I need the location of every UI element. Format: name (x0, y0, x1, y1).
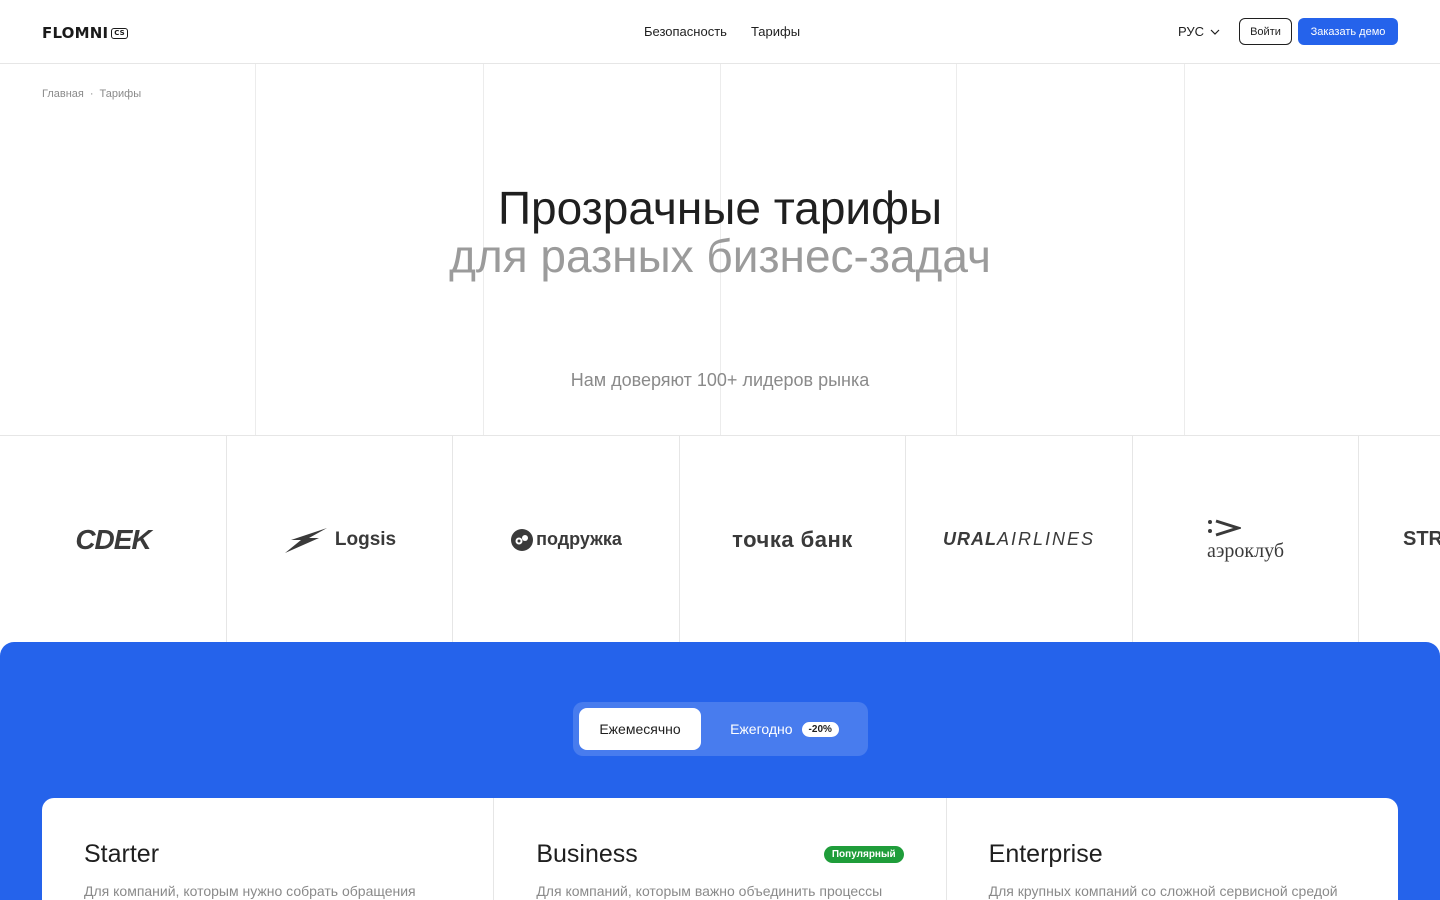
billing-monthly-tab[interactable]: Ежемесячно (579, 708, 701, 750)
billing-yearly-tab[interactable]: Ежегодно -20% (707, 708, 862, 750)
page-title: Прозрачные тарифы (497, 182, 943, 234)
tochka-logo: точка банк (732, 526, 853, 552)
plan-starter: Starter Для компаний, которым нужно собр… (42, 798, 495, 900)
trust-caption: Нам доверяют 100+ лидеров рынка (570, 370, 870, 390)
client-podruzhka: подружка (453, 436, 680, 643)
plan-business: Business Популярный Для компаний, которы… (494, 798, 947, 900)
plan-enterprise: Enterprise Для крупных компаний со сложн… (947, 798, 1398, 900)
page-subtitle: для разных бизнес-задач (449, 230, 991, 282)
aeroclub-arrow-icon (1207, 519, 1241, 536)
nav-pricing[interactable]: Тарифы (751, 24, 800, 39)
client-tochka: точка банк (680, 436, 906, 643)
billing-yearly-label: Ежегодно (730, 721, 793, 737)
cdek-logo: CDEK (75, 523, 151, 555)
client-logos: CDEK Logsis подружка точка банк URALAIRL… (0, 435, 1440, 643)
demo-button[interactable]: Заказать демо (1298, 18, 1398, 45)
podruzhka-mark-icon (511, 528, 534, 551)
podruzhka-text: подружка (536, 529, 622, 549)
breadcrumb-current: Тарифы (99, 88, 142, 100)
plan-description: Для компаний, которым нужно собрать обра… (84, 883, 416, 899)
plan-name: Enterprise (988, 840, 1103, 868)
popular-badge: Популярный (823, 846, 904, 863)
chevron-down-icon (1210, 29, 1220, 35)
client-partial: STR (1359, 436, 1440, 643)
breadcrumb: Главная · Тарифы (42, 88, 141, 100)
aeroclub-logo: аэроклуб (1207, 519, 1284, 561)
flomni-logo[interactable]: FLOMNI CS (42, 24, 128, 42)
login-button[interactable]: Войти (1239, 18, 1292, 45)
client-logsis: Logsis (227, 436, 453, 643)
discount-badge: -20% (801, 721, 839, 737)
breadcrumb-separator: · (89, 88, 94, 100)
logo-text: FLOMNI (42, 24, 109, 42)
airlines-text: AIRLINES (996, 529, 1096, 549)
language-selector[interactable]: РУС (1178, 24, 1220, 39)
plan-description: Для крупных компаний со сложной сервисно… (988, 883, 1338, 899)
nav-security[interactable]: Безопасность (644, 24, 727, 39)
site-header: FLOMNI CS Безопасность Тарифы РУС Войти … (0, 0, 1440, 64)
logsis-text: Logsis (334, 528, 397, 550)
language-label: РУС (1178, 24, 1205, 39)
plan-description: Для компаний, которым важно объединить п… (536, 883, 883, 899)
client-ural: URALAIRLINES (906, 436, 1133, 643)
client-aeroclub: аэроклуб (1133, 436, 1359, 643)
ural-airlines-logo: URALAIRLINES (943, 529, 1095, 550)
breadcrumb-home[interactable]: Главная (42, 88, 84, 100)
podruzhka-logo: подружка (510, 528, 622, 552)
logo-badge: CS (111, 27, 128, 39)
ural-text: URAL (942, 529, 997, 549)
logsis-bolt-icon (284, 527, 327, 553)
partial-logo: STR (1403, 528, 1440, 550)
logsis-logo: Logsis (283, 526, 396, 554)
pricing-cards: Starter Для компаний, которым нужно собр… (42, 798, 1398, 900)
main-nav: Безопасность Тарифы (644, 24, 800, 39)
plan-name: Starter (84, 840, 160, 868)
aeroclub-text: аэроклуб (1206, 539, 1285, 562)
client-cdek: CDEK (0, 436, 227, 643)
